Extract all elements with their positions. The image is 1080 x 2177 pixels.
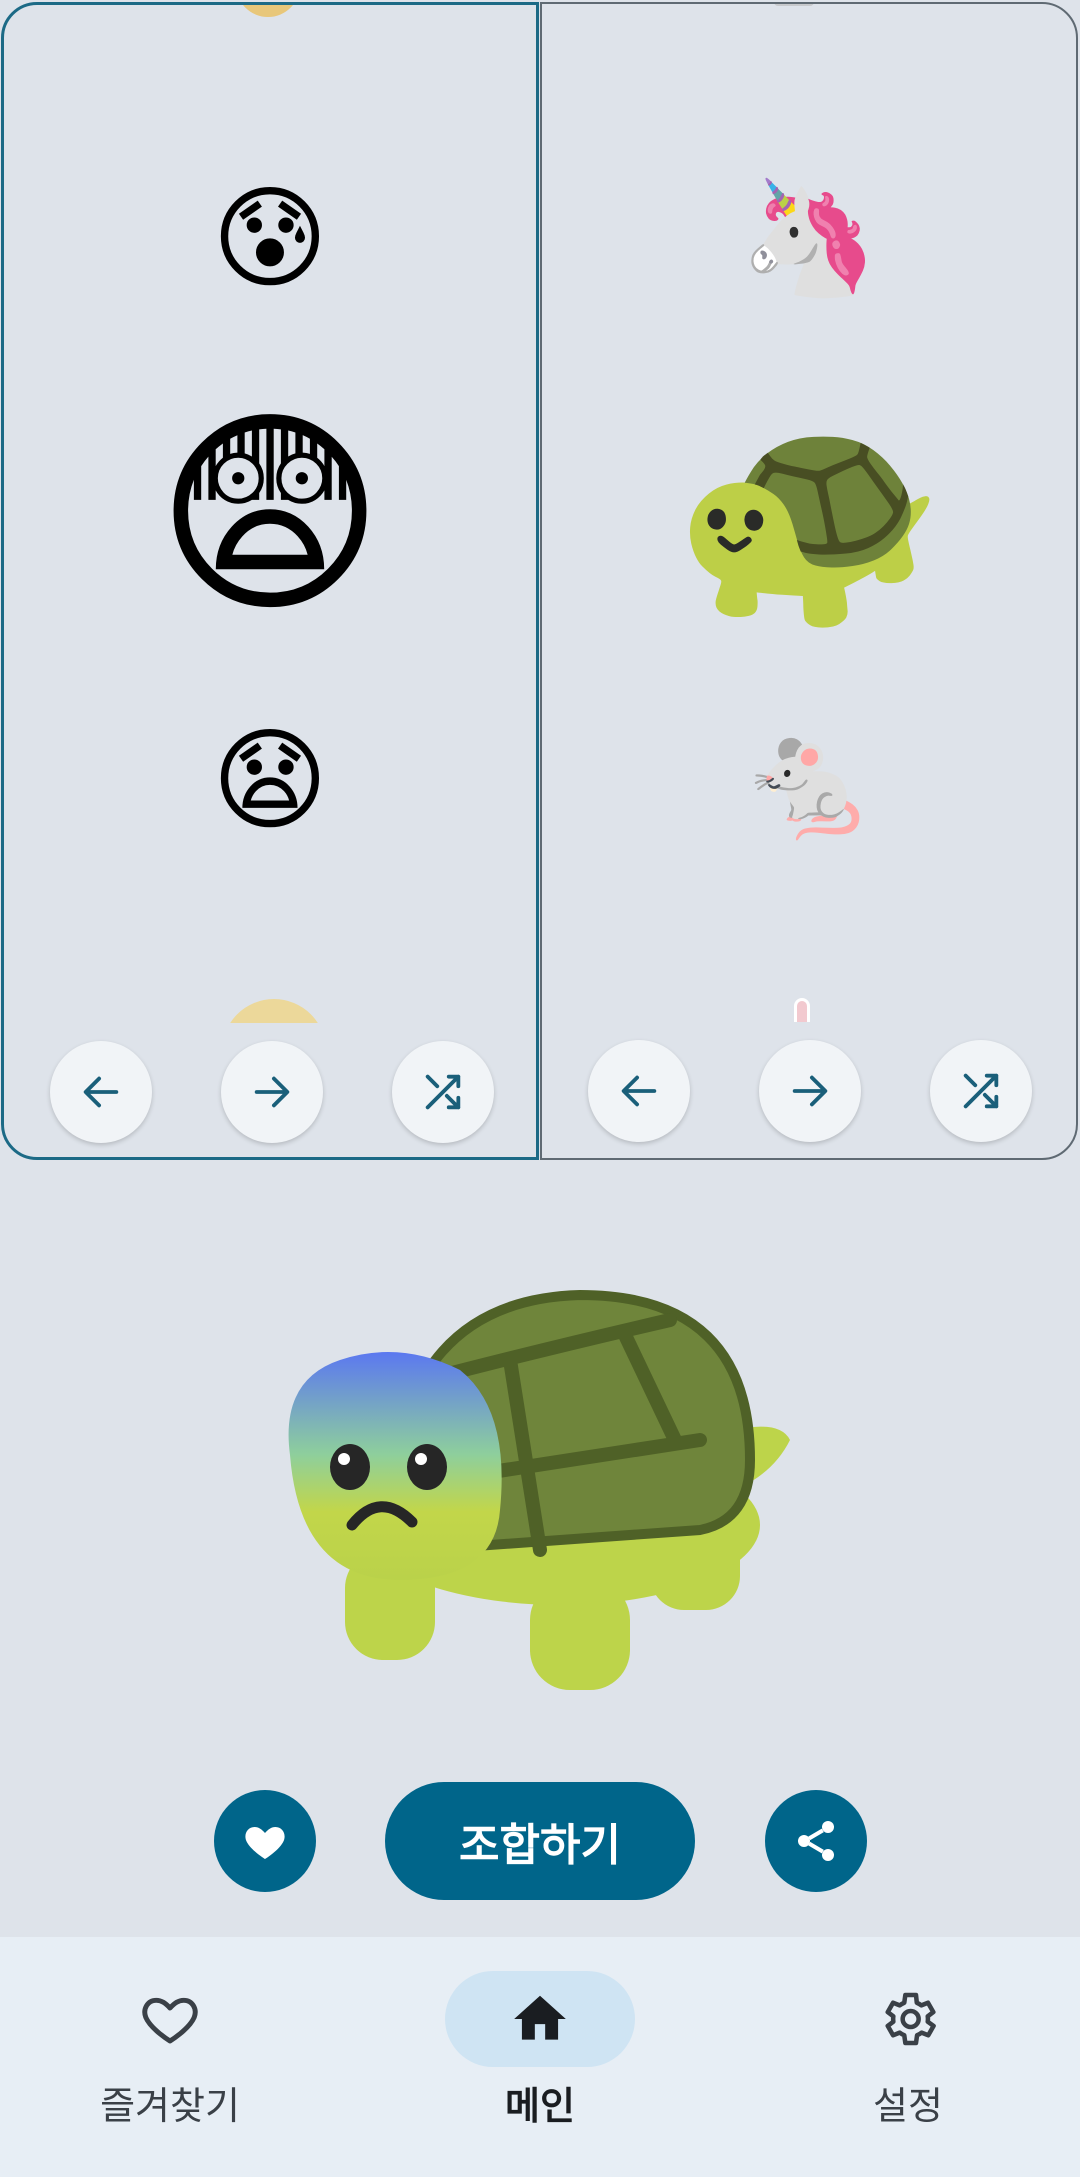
nav-icon-container — [813, 1971, 1003, 2067]
left-emoji-item[interactable]: 😰 — [212, 183, 329, 295]
left-picker-controls — [4, 1041, 536, 1151]
right-emoji-item[interactable]: 🦄 — [739, 182, 878, 294]
nav-item-settings[interactable]: 설정 — [778, 1971, 1038, 2141]
shuffle-icon — [425, 1074, 461, 1110]
arrow-left-icon — [83, 1076, 119, 1108]
right-emoji-item[interactable]: 🐁 — [739, 724, 878, 836]
left-emoji-item[interactable]: 😧 — [212, 725, 329, 837]
arrow-left-icon — [621, 1075, 657, 1107]
nav-item-favorites[interactable]: 즐겨찾기 — [40, 1971, 300, 2141]
share-icon — [798, 1821, 834, 1861]
combined-emoji-result — [280, 1280, 800, 1700]
left-previous-button[interactable] — [50, 1041, 152, 1143]
nav-icon-container — [75, 1971, 265, 2067]
right-next-button[interactable] — [759, 1040, 861, 1142]
right-previous-button[interactable] — [588, 1040, 690, 1142]
action-bar: 조합하기 — [0, 1780, 1080, 1902]
nav-label-main: 메인 — [505, 2084, 575, 2128]
arrow-right-icon — [792, 1075, 828, 1107]
scared-turtle-emoji-image — [288, 1289, 790, 1690]
favorite-button[interactable] — [214, 1790, 316, 1892]
nav-item-main[interactable]: 메인 — [410, 1971, 670, 2141]
right-emoji-cut-bottom[interactable] — [788, 996, 818, 1022]
right-shuffle-button[interactable] — [930, 1040, 1032, 1142]
heart-filled-icon — [245, 1827, 285, 1859]
home-icon — [514, 1995, 566, 2040]
right-picker-controls — [542, 1040, 1076, 1150]
left-emoji-picker[interactable]: 😰 😨 😧 — [1, 2, 539, 1160]
left-shuffle-button[interactable] — [392, 1041, 494, 1143]
settings-gear-icon — [885, 1992, 936, 2046]
heart-outline-icon — [142, 1997, 198, 2044]
left-emoji-cut-bottom[interactable] — [222, 997, 326, 1023]
nav-icon-container-active — [445, 1971, 635, 2067]
left-emoji-cut-top[interactable] — [214, 5, 324, 25]
shuffle-icon — [963, 1073, 999, 1109]
left-emoji-selected[interactable]: 😨 — [155, 405, 384, 625]
share-button[interactable] — [765, 1790, 867, 1892]
bottom-navigation: 즐겨찾기 메인 설정 — [0, 1937, 1080, 2177]
left-next-button[interactable] — [221, 1041, 323, 1143]
right-emoji-picker[interactable]: 🦄 🐢 🐁 — [540, 2, 1078, 1160]
nav-label-favorites: 즐겨찾기 — [100, 2084, 240, 2128]
right-emoji-selected[interactable]: 🐢 — [672, 404, 946, 624]
right-emoji-cut-top[interactable] — [774, 4, 814, 6]
right-emoji-scroller[interactable]: 🦄 🐢 🐁 — [542, 4, 1076, 1022]
left-emoji-scroller[interactable]: 😰 😨 😧 — [4, 5, 536, 1023]
emoji-pickers: 😰 😨 😧 🦄 🐢 🐁 — [0, 0, 1080, 1162]
arrow-right-icon — [254, 1076, 290, 1108]
nav-label-settings: 설정 — [873, 2084, 943, 2128]
combine-button[interactable]: 조합하기 — [385, 1782, 695, 1900]
